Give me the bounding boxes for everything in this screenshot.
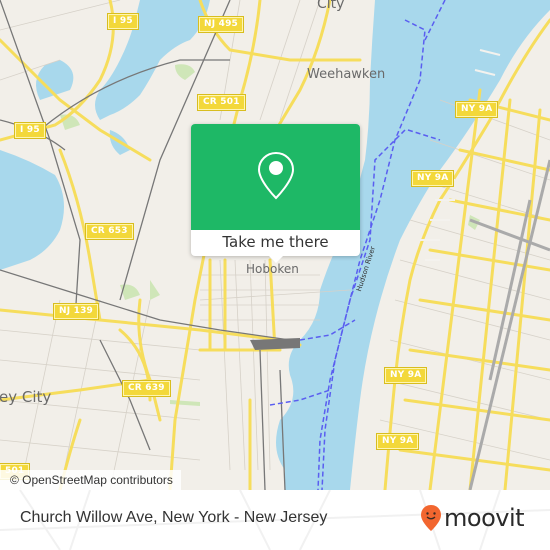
place-label-jersey-city: ey City — [0, 388, 52, 406]
map-pin-icon — [257, 151, 295, 200]
take-me-there-button[interactable]: Take me there — [191, 230, 360, 256]
popup-tail — [269, 256, 283, 263]
moovit-pin-icon — [421, 505, 441, 531]
road-shield-nj495: NJ 495 — [197, 16, 245, 33]
road-shield-ny9a: NY 9A — [454, 101, 499, 118]
place-label-weehawken: Weehawken — [307, 67, 386, 82]
hoboken-terminal — [250, 338, 300, 350]
location-popup: Take me there — [191, 124, 360, 263]
road-shield-ny9a: NY 9A — [383, 367, 428, 384]
popup-header — [191, 124, 360, 230]
map-attribution[interactable]: © OpenStreetMap contributors — [0, 470, 181, 490]
place-label-hoboken: Hoboken — [246, 262, 299, 276]
road-shield-cr501: CR 501 — [197, 94, 246, 111]
moovit-wordmark: moovit — [444, 504, 525, 532]
road-shield-cr639: CR 639 — [122, 380, 171, 397]
road-shield-cr653: CR 653 — [85, 223, 134, 240]
road-shield-i95: I 95 — [14, 122, 46, 139]
footer: Church Willow Ave, New York - New Jersey… — [0, 490, 550, 550]
road-shield-ny9a: NY 9A — [375, 433, 420, 450]
place-label-city: City — [317, 0, 345, 12]
road-shield-ny9a: NY 9A — [410, 170, 455, 187]
moovit-logo[interactable]: moovit — [420, 503, 525, 533]
road-shield-i95: I 95 — [107, 13, 139, 30]
road-shield-nj139: NJ 139 — [52, 303, 100, 320]
map[interactable]: City Weehawken Hoboken ey City I 95 NJ 4… — [0, 0, 550, 490]
location-title: Church Willow Ave, New York - New Jersey — [20, 509, 328, 526]
